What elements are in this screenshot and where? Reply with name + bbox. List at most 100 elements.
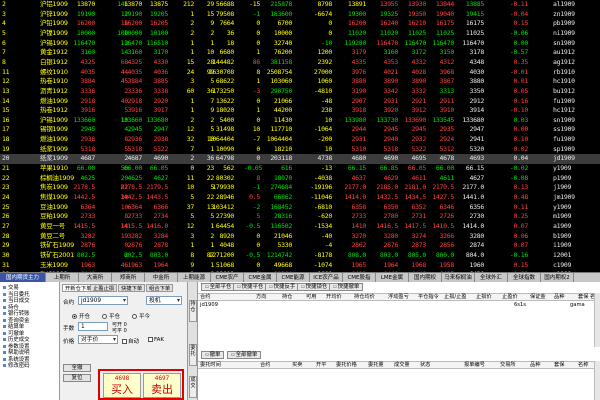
position-column-header[interactable]: 开均价 [326, 294, 342, 301]
quote-cell: 3280 [383, 231, 399, 240]
position-toolbar-button[interactable]: 快捷反手 [265, 283, 300, 291]
tab-stop-loss[interactable]: 止盈止损 [90, 284, 118, 292]
radio-open[interactable]: 开仓 [72, 312, 90, 320]
position-column-header[interactable]: 止损/止盈 [444, 294, 467, 301]
position-column-header[interactable]: 持仓均价 [354, 294, 375, 301]
order-scrollbar[interactable] [594, 361, 600, 400]
order-column-header[interactable]: 名称 [578, 362, 588, 369]
quote-row[interactable]: 17 锡钢1909 2945 4 2945 2947 12 5 31498 10 117710 -10… [0, 125, 600, 135]
quote-row[interactable]: 16 沪锡1909 133660 10 133660 133680 2 2 5400 0 11430… [0, 116, 600, 126]
quote-row[interactable]: 11 螺纹1910 4035 44 4035 4036 24 99 1630708 8 250875… [0, 68, 600, 78]
quote-cell: 0.00 [513, 38, 529, 47]
order-toolbar-button[interactable]: 全部撤单 [227, 351, 262, 359]
quote-row[interactable]: 22 棕榈油1909 4625 20 4625 4627 11 22 80302 8 18070 -4… [0, 174, 600, 184]
order-toolbar-button[interactable]: 撤单 [201, 351, 225, 359]
reset-button[interactable]: 复位 [63, 374, 91, 382]
quote-row[interactable]: 13 沥青1912 3336 2 3336 3338 60 36 173250 -3 290750-… [0, 87, 600, 97]
quote-row[interactable]: 12 热卷1910 3884 45 3884 3885 3 5 68622 1 103060 1060… [0, 77, 600, 87]
quote-cell: 3912 [411, 106, 427, 115]
position-toolbar-button[interactable]: 全部平仓 [201, 283, 236, 291]
order-column-header[interactable]: 委托价格 [336, 362, 357, 369]
quote-row[interactable]: 26 豆粕1909 2733 8 2733 2734 5 5 27390 5 28316 -620 27… [0, 212, 600, 222]
quote-row[interactable]: 18 燃油1909 2936 8 2936 2938 32 10 1064404 -7 106440… [0, 135, 600, 145]
buy-button[interactable]: 4698 买入 [103, 373, 141, 398]
quote-cell: 7 [190, 144, 194, 153]
quote-row[interactable]: 21 苹果1910 66.00 50 66.00 66.05 0 23 562 -0.05 616-… [0, 164, 600, 174]
order-column-header[interactable]: 委托时间 [200, 362, 221, 369]
sell-button[interactable]: 4697 卖出 [143, 373, 181, 398]
position-toolbar-button[interactable]: 快捷平仓 [233, 283, 268, 291]
position-column-header[interactable]: 品种 [554, 294, 564, 301]
hedge-select[interactable]: 投机 [146, 296, 182, 305]
position-column-header[interactable]: 套保 [578, 294, 588, 301]
position-column-header[interactable]: 平仓指令 [418, 294, 439, 301]
qty-input[interactable]: 1 [78, 322, 108, 331]
position-column-header[interactable]: 持仓 [282, 294, 292, 301]
order-column-header[interactable]: 成交量 [394, 362, 410, 369]
quote-row[interactable]: 5 沪镍1909 10000 100 10000 10100 2 2 36 0 10000 0 1102… [0, 29, 600, 39]
order-column-header[interactable]: 交易所 [500, 362, 516, 369]
quote-row[interactable]: 20 纸浆1909 4687 2 4687 4690 2 36 64798 0 203118 4738… [0, 154, 600, 165]
quote-row[interactable]: 23 焦炭1909 2178.5 82 2178.5 2179.5 10 5 179930 -1 2… [0, 183, 600, 193]
auto-checkbox[interactable]: 自动 [122, 337, 139, 345]
position-row[interactable]: jd1909 6s1s gama [198, 302, 600, 309]
order-column-header[interactable]: 买卖 [292, 362, 302, 369]
quote-row[interactable]: 27 黄豆一号 1415.5 14 1415.5 1416.0 12 1 64454 -0.5 11… [0, 222, 600, 232]
order-column-header[interactable]: 委托量 [368, 362, 384, 369]
quote-row[interactable]: 30 铁矿石2001 802.5 2 802.5 803.0 8 87 1271200 -0.5 1… [0, 251, 600, 261]
quote-cell: 24 [186, 67, 195, 76]
order-column-header[interactable]: 报单编号 [464, 362, 485, 369]
order-column-header[interactable]: 套保 [554, 362, 564, 369]
quote-row[interactable]: 7 黄金1912 3160 14 3160 3170 1 10 6680 1 76200 1200 31… [0, 48, 600, 58]
radio-close[interactable]: 平仓 [102, 312, 120, 320]
position-column-header[interactable]: 浮动盈亏 [388, 294, 409, 301]
quote-row[interactable]: 25 豆油1909 6364 10 6364 6366 37 13 103412 -2 168452… [0, 203, 600, 213]
quote-row[interactable]: 3 沪锌1909 19190 12 19190 19205 1 15 79508 -1 183600… [0, 10, 600, 20]
tab-quick-order[interactable]: 快捷下单 [118, 284, 146, 292]
price-select[interactable]: 对手价 [78, 335, 118, 344]
quote-row[interactable]: 31 玉米1909 1963 46 1963 1964 9 1 51068 0 49668 -1074… [0, 261, 600, 271]
position-toolbar-button[interactable]: 快捷锁仓 [297, 283, 332, 291]
quote-row[interactable]: 6 沪锡1909 116470 3 116470 116510 1 1 18 0 32740 -10 1… [0, 39, 600, 49]
quote-cell: 13955 [379, 0, 398, 8]
quote-cell: 3178 [469, 48, 485, 57]
position-scrollbar[interactable] [594, 293, 600, 347]
radio-close-today[interactable]: 平今 [132, 312, 150, 320]
side-tab-orders[interactable]: 委托 [189, 344, 197, 366]
position-column-header[interactable]: 止损价 [476, 294, 492, 301]
position-column-header[interactable]: 方向 [256, 294, 266, 301]
tree-item[interactable]: 修改密码 [0, 363, 59, 370]
position-column-header[interactable]: 可用 [306, 294, 316, 301]
quote-cell: 1960 [469, 260, 485, 269]
position-column-header[interactable]: 合约 [200, 294, 210, 301]
quote-cell: 49668 [273, 260, 292, 269]
contract-input[interactable]: jd1909 [78, 296, 128, 305]
quote-cell: 4693 [469, 154, 485, 163]
quote-cell: 3914 [469, 106, 485, 115]
position-toolbar-button[interactable]: 快捷撤单 [329, 283, 364, 291]
fak-checkbox[interactable]: FAK [148, 337, 164, 343]
cancel-all-button[interactable]: 全撤 [63, 364, 91, 372]
order-column-header[interactable]: 品种 [530, 362, 540, 369]
quote-cell: 119280 [344, 38, 366, 47]
quote-row[interactable]: 15 热卷1912 3916 5 3916 3917 1 9 18020 1 44200 238 391… [0, 106, 600, 116]
quote-row[interactable]: 24 焦煤1909 1442.5 30 1442.5 1443.5 5 22 28946 0.5 6… [0, 193, 600, 203]
quote-row[interactable]: 4 沪铅1909 16200 16 16200 16205 2 9 7664 0 6700 0 1620… [0, 19, 600, 29]
quote-row[interactable]: 28 黄豆二号 3282 19 3282 3284 3 2 8920 0 21046 -40 3270 3… [0, 232, 600, 242]
side-tab-position[interactable]: 持仓 [189, 300, 197, 322]
quote-row[interactable]: 14 燃油1909 2918 40 2918 2920 1 7 13622 0 21066 -48 29… [0, 97, 600, 107]
quote-cell: -1074 [313, 260, 332, 269]
quote-cell: -4 [324, 241, 333, 250]
tab-combo-order[interactable]: 组合下单 [146, 284, 174, 292]
quote-row[interactable]: 29 铁矿石1909 2876 0 2876 2878 1 1 4048 0 5330 -4 2862 2… [0, 241, 600, 251]
quote-row[interactable]: 2 沪铝1909 13870 146 13870 13875 212 29 56688 -15 21… [0, 0, 600, 10]
quote-row[interactable]: 19 纸浆1909 5318 5 5318 5322 7 1 10090 0 18210 10 5310… [0, 145, 600, 155]
order-column-header[interactable]: 状态 [420, 362, 430, 369]
side-tab-trades[interactable]: 成交 [189, 376, 197, 398]
position-column-header[interactable]: 保证金 [530, 294, 546, 301]
order-column-header[interactable]: 开平 [316, 362, 326, 369]
order-column-header[interactable]: 合约 [260, 362, 270, 369]
position-column-header[interactable]: 止盈价 [502, 294, 518, 301]
quote-row[interactable]: 8 白银1912 4325 68 4325 4330 15 28 144482 86 381158 2… [0, 58, 600, 68]
quote-cell: 3282 [127, 231, 143, 240]
